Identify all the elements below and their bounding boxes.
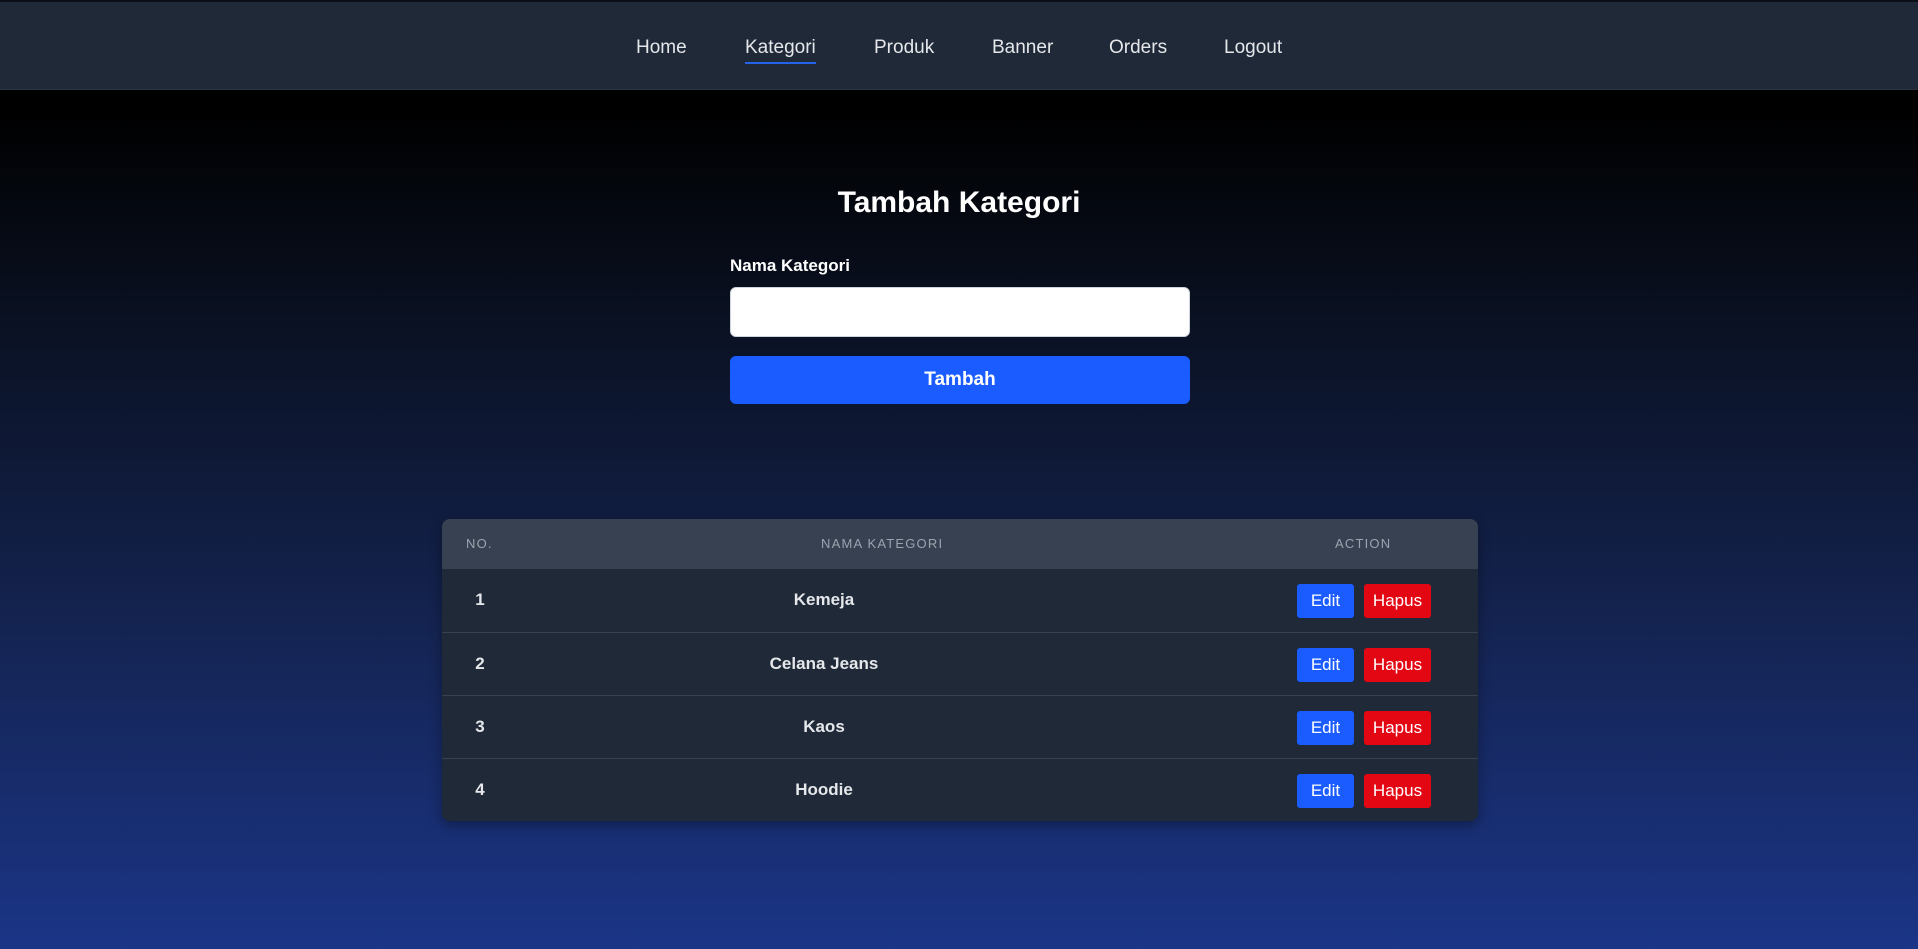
header-action: ACTION <box>1335 536 1392 551</box>
nav-item-banner[interactable]: Banner <box>992 36 1053 60</box>
hapus-button[interactable]: Hapus <box>1364 648 1431 682</box>
page-title: Tambah Kategori <box>837 186 1081 219</box>
edit-button[interactable]: Edit <box>1297 584 1354 618</box>
edit-button[interactable]: Edit <box>1297 648 1354 682</box>
kategori-table: NO. NAMA KATEGORI ACTION 1 Kemeja Edit H… <box>442 519 1478 821</box>
nav-item-produk[interactable]: Produk <box>874 36 934 60</box>
hapus-button[interactable]: Hapus <box>1364 711 1431 745</box>
tambah-button[interactable]: Tambah <box>730 356 1190 404</box>
nav-item-logout[interactable]: Logout <box>1224 36 1282 60</box>
nama-kategori-input[interactable] <box>730 287 1190 337</box>
nama-kategori-label: Nama Kategori <box>730 256 850 275</box>
row-category-name: Kaos <box>803 717 845 736</box>
row-category-name: Kemeja <box>793 590 855 609</box>
row-number: 2 <box>475 654 485 673</box>
header-no: NO. <box>466 536 493 551</box>
table-header: NO. NAMA KATEGORI ACTION <box>442 519 1478 569</box>
row-number: 1 <box>475 590 485 609</box>
table-row: 1 Kemeja Edit Hapus <box>442 569 1478 632</box>
top-navbar: Home Kategori Produk Banner Orders Logou… <box>0 0 1918 90</box>
table-row: 2 Celana Jeans Edit Hapus <box>442 632 1478 695</box>
nav-item-orders[interactable]: Orders <box>1109 36 1167 60</box>
nav-item-home[interactable]: Home <box>636 36 687 60</box>
edit-button[interactable]: Edit <box>1297 774 1354 808</box>
nav-item-kategori[interactable]: Kategori <box>745 36 816 64</box>
hapus-button[interactable]: Hapus <box>1364 584 1431 618</box>
row-category-name: Hoodie <box>795 780 853 799</box>
header-nama-kategori: NAMA KATEGORI <box>821 536 944 551</box>
table-row: 3 Kaos Edit Hapus <box>442 695 1478 758</box>
row-category-name: Celana Jeans <box>769 654 879 673</box>
row-number: 3 <box>475 717 485 736</box>
table-row: 4 Hoodie Edit Hapus <box>442 758 1478 821</box>
hapus-button[interactable]: Hapus <box>1364 774 1431 808</box>
row-number: 4 <box>475 780 485 799</box>
edit-button[interactable]: Edit <box>1297 711 1354 745</box>
